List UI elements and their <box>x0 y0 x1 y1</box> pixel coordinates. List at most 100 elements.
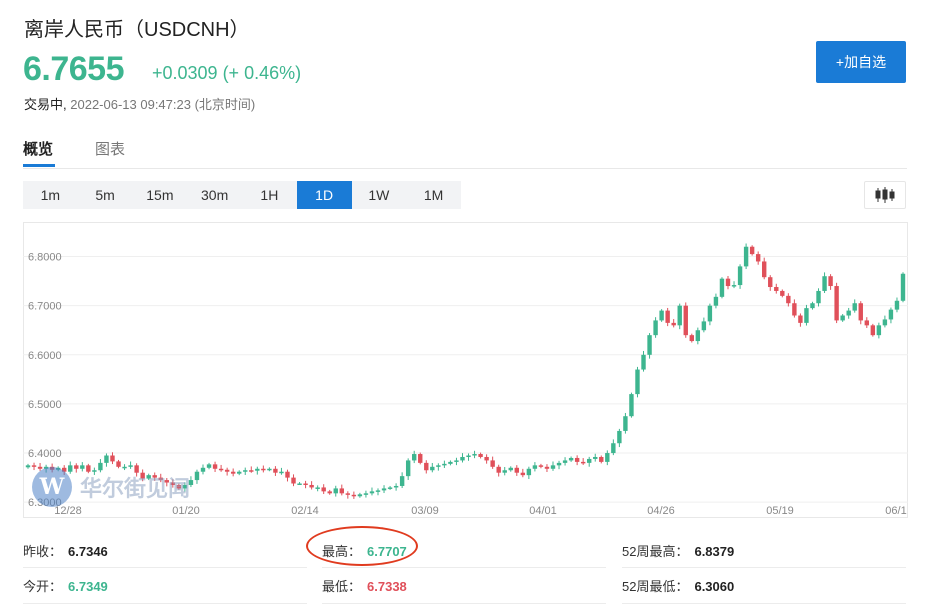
candle-body <box>430 466 435 471</box>
candle-body <box>792 303 797 316</box>
candle-body <box>846 310 851 316</box>
stat-value: 6.7338 <box>367 579 407 594</box>
candle-body <box>568 457 574 461</box>
candle-body <box>261 468 266 471</box>
candlestick-icon <box>875 187 895 203</box>
candle-body <box>502 470 507 473</box>
y-tick-label: 6.8000 <box>28 252 62 264</box>
candle-body <box>816 290 821 304</box>
candle-body <box>580 461 586 464</box>
candle-body <box>852 303 857 311</box>
candle-body <box>701 321 707 331</box>
add-to-watchlist-button[interactable]: +加自选 <box>816 41 906 83</box>
candle-body <box>206 464 212 468</box>
candle-body <box>381 488 387 491</box>
candle-body <box>351 494 357 497</box>
period-30m[interactable]: 30m <box>187 181 242 209</box>
candle-body <box>888 309 894 320</box>
stat-divider <box>23 567 307 568</box>
candle-body <box>713 296 719 306</box>
candle-body <box>707 305 713 322</box>
candle-body <box>212 464 218 469</box>
period-5m[interactable]: 5m <box>78 181 133 209</box>
period-1h[interactable]: 1H <box>242 181 297 209</box>
candle-body <box>538 465 544 467</box>
candle-body <box>683 305 688 336</box>
candle-body <box>243 470 248 472</box>
stat-label: 昨收： <box>23 544 63 559</box>
candle-body <box>810 303 815 309</box>
candle-body <box>25 465 31 468</box>
candle-body <box>665 310 670 323</box>
period-1m[interactable]: 1m <box>23 181 78 209</box>
tab-overview[interactable]: 概览 <box>23 138 53 159</box>
candle-body <box>882 319 888 326</box>
candle-body <box>267 468 272 471</box>
tabs-divider <box>23 168 907 169</box>
candle-body <box>448 461 453 464</box>
candle-body <box>695 330 701 342</box>
candle-body <box>218 468 224 471</box>
candle-body <box>466 455 471 458</box>
period-15m[interactable]: 15m <box>133 181 188 209</box>
candle-body <box>731 285 737 287</box>
candle-body <box>550 465 556 469</box>
candle-body <box>526 468 532 476</box>
candle-body <box>532 465 538 469</box>
candle-body <box>611 443 616 454</box>
period-1mo[interactable]: 1M <box>406 181 461 209</box>
watermark-text: 华尔街见闻 <box>80 476 191 502</box>
chart-type-button[interactable] <box>864 181 906 209</box>
candle-body <box>768 277 773 288</box>
candle-body <box>556 462 562 466</box>
candle-body <box>623 416 628 431</box>
candle-body <box>472 454 477 456</box>
candle-body <box>303 483 308 486</box>
period-1d[interactable]: 1D <box>296 181 352 209</box>
candle-body <box>514 467 519 473</box>
active-tab-indicator <box>23 164 55 167</box>
candle-body <box>653 320 658 336</box>
tab-chart[interactable]: 图表 <box>95 138 125 159</box>
y-tick-label: 6.4000 <box>28 448 62 460</box>
period-1w[interactable]: 1W <box>352 181 407 209</box>
candle-body <box>327 491 332 494</box>
candle-body <box>774 287 779 291</box>
candle-body <box>249 470 254 472</box>
candle-body <box>321 487 326 492</box>
x-tick-label: 03/09 <box>411 505 439 517</box>
candle-body <box>291 477 296 484</box>
candle-body <box>104 455 109 463</box>
candle-body <box>363 493 369 495</box>
candle-body <box>562 460 568 463</box>
candle-body <box>737 266 743 286</box>
stat-open: 今开： 6.7349 <box>23 576 108 595</box>
candle-body <box>798 315 803 323</box>
stat-value: 6.8379 <box>694 544 735 559</box>
candle-body <box>894 300 900 310</box>
candle-body <box>725 278 731 287</box>
candle-body <box>840 315 845 321</box>
candle-body <box>339 488 344 494</box>
candle-body <box>641 354 646 370</box>
x-tick-label: 04/26 <box>647 505 675 517</box>
candle-body <box>454 460 459 462</box>
candle-body <box>436 465 441 467</box>
candle-body <box>864 320 869 326</box>
status-label: 交易中, <box>24 97 67 112</box>
candle-body <box>599 456 604 462</box>
candle-body <box>743 246 749 267</box>
candle-body <box>659 310 664 321</box>
candle-body <box>544 466 550 469</box>
candle-body <box>593 456 598 459</box>
candle-body <box>369 491 375 494</box>
candle-body <box>828 276 833 287</box>
stat-divider <box>622 603 906 604</box>
candle-body <box>822 276 827 291</box>
candle-body <box>508 467 513 471</box>
highlight-annotation <box>306 526 418 566</box>
candle-body <box>496 466 501 473</box>
candle-body <box>273 468 278 473</box>
x-tick-label: 04/01 <box>529 505 557 517</box>
stat-label: 今开： <box>23 579 63 594</box>
